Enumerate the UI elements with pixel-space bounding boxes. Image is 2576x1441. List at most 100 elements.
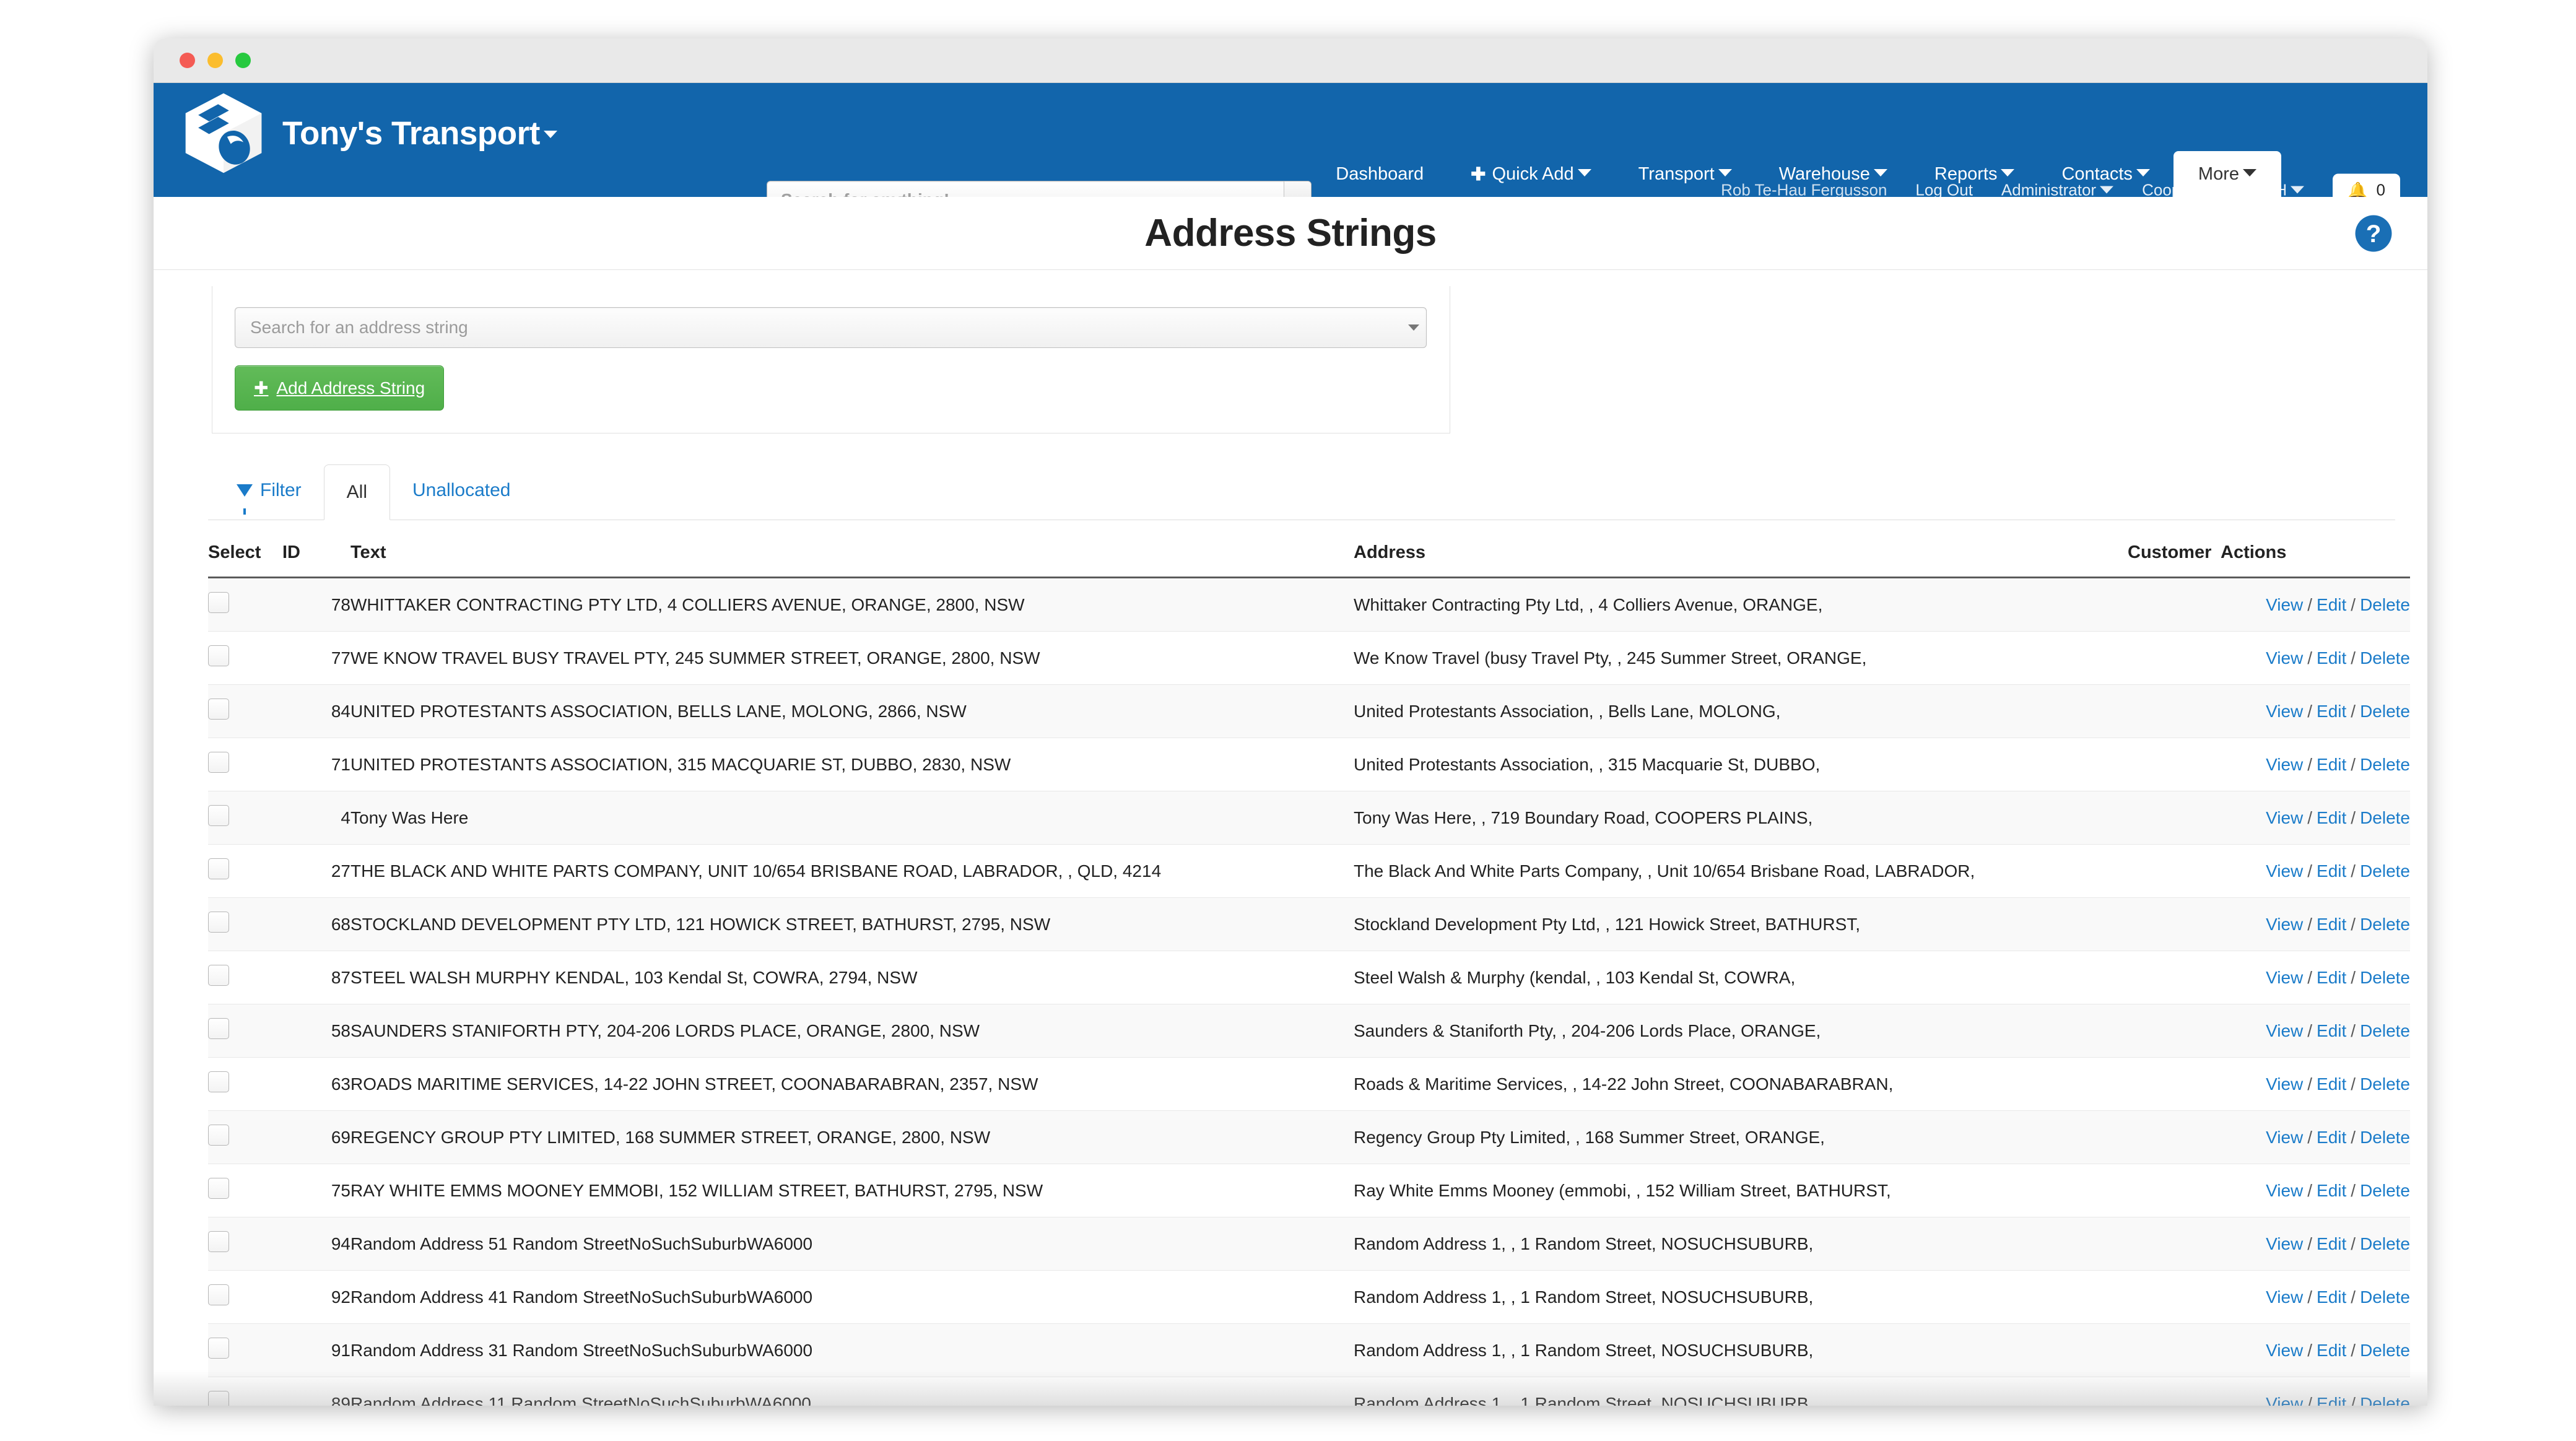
action-separator: / [2307, 967, 2313, 987]
view-link[interactable]: View [2266, 861, 2303, 881]
delete-link[interactable]: Delete [2360, 1287, 2410, 1307]
row-address: Roads & Maritime Services, , 14-22 John … [1354, 1057, 2128, 1111]
edit-link[interactable]: Edit [2317, 648, 2346, 668]
delete-link[interactable]: Delete [2360, 595, 2410, 614]
row-actions: View / Edit / Delete [2221, 1217, 2410, 1271]
delete-link[interactable]: Delete [2360, 1394, 2410, 1406]
delete-link[interactable]: Delete [2360, 755, 2410, 774]
row-id: 91 [282, 1323, 350, 1377]
row-checkbox[interactable] [208, 1231, 229, 1252]
address-search-input[interactable]: Search for an address string [235, 307, 1427, 348]
nav-item-dashboard[interactable]: Dashboard [1312, 151, 1447, 197]
edit-link[interactable]: Edit [2317, 1074, 2346, 1094]
edit-link[interactable]: Edit [2317, 1234, 2346, 1253]
delete-link[interactable]: Delete [2360, 915, 2410, 934]
edit-link[interactable]: Edit [2317, 1394, 2346, 1406]
close-window-icon[interactable] [180, 53, 195, 68]
edit-link[interactable]: Edit [2317, 1341, 2346, 1360]
view-link[interactable]: View [2266, 915, 2303, 934]
edit-link[interactable]: Edit [2317, 808, 2346, 827]
nav-item-reports[interactable]: Reports [1911, 151, 2039, 197]
view-link[interactable]: View [2266, 1021, 2303, 1040]
delete-link[interactable]: Delete [2360, 1074, 2410, 1094]
edit-link[interactable]: Edit [2317, 1021, 2346, 1040]
add-address-string-button[interactable]: ✚ Add Address String [235, 365, 445, 411]
row-customer [2128, 577, 2221, 632]
delete-link[interactable]: Delete [2360, 1234, 2410, 1253]
nav-item-more[interactable]: More [2173, 151, 2281, 197]
row-checkbox[interactable] [208, 1391, 229, 1406]
row-checkbox[interactable] [208, 912, 229, 933]
edit-link[interactable]: Edit [2317, 968, 2346, 987]
row-checkbox[interactable] [208, 858, 229, 879]
row-checkbox[interactable] [208, 805, 229, 826]
tab-unallocated[interactable]: Unallocated [390, 461, 533, 520]
view-link[interactable]: View [2266, 702, 2303, 721]
minimize-window-icon[interactable] [207, 53, 223, 68]
row-checkbox[interactable] [208, 1125, 229, 1146]
view-link[interactable]: View [2266, 1341, 2303, 1360]
view-link[interactable]: View [2266, 1128, 2303, 1147]
row-id: 94 [282, 1217, 350, 1271]
view-link[interactable]: View [2266, 648, 2303, 668]
filter-toggle[interactable]: Filter [214, 461, 324, 520]
edit-link[interactable]: Edit [2317, 1287, 2346, 1307]
row-checkbox[interactable] [208, 1284, 229, 1305]
row-checkbox[interactable] [208, 1071, 229, 1092]
page-title: Address Strings [1144, 212, 1437, 255]
tab-all[interactable]: All [323, 464, 391, 520]
delete-link[interactable]: Delete [2360, 968, 2410, 987]
row-checkbox[interactable] [208, 699, 229, 720]
row-address: The Black And White Parts Company, , Uni… [1354, 844, 2128, 898]
row-customer [2128, 738, 2221, 791]
view-link[interactable]: View [2266, 968, 2303, 987]
view-link[interactable]: View [2266, 1234, 2303, 1253]
question-mark-help-icon[interactable]: ? [2354, 214, 2393, 253]
view-link[interactable]: View [2266, 1394, 2303, 1406]
view-link[interactable]: View [2266, 1287, 2303, 1307]
view-link[interactable]: View [2266, 808, 2303, 827]
row-id: 89 [282, 1377, 350, 1406]
row-checkbox[interactable] [208, 1338, 229, 1359]
chevron-down-icon [2243, 169, 2256, 176]
row-select-cell [208, 897, 282, 951]
delete-link[interactable]: Delete [2360, 1181, 2410, 1200]
edit-link[interactable]: Edit [2317, 755, 2346, 774]
edit-link[interactable]: Edit [2317, 1181, 2346, 1200]
nav-item-transport[interactable]: Transport [1615, 151, 1756, 197]
edit-link[interactable]: Edit [2317, 915, 2346, 934]
nav-item-contacts[interactable]: Contacts [2038, 151, 2173, 197]
view-link[interactable]: View [2266, 755, 2303, 774]
delete-link[interactable]: Delete [2360, 808, 2410, 827]
row-checkbox[interactable] [208, 965, 229, 986]
action-separator: / [2307, 1021, 2313, 1040]
action-separator: / [2351, 648, 2356, 668]
row-checkbox[interactable] [208, 752, 229, 773]
edit-link[interactable]: Edit [2317, 702, 2346, 721]
edit-link[interactable]: Edit [2317, 1128, 2346, 1147]
view-link[interactable]: View [2266, 1074, 2303, 1094]
row-checkbox[interactable] [208, 645, 229, 666]
delete-link[interactable]: Delete [2360, 1128, 2410, 1147]
delete-link[interactable]: Delete [2360, 648, 2410, 668]
edit-link[interactable]: Edit [2317, 595, 2346, 614]
row-checkbox[interactable] [208, 1178, 229, 1199]
action-separator: / [2351, 1287, 2356, 1307]
delete-link[interactable]: Delete [2360, 861, 2410, 881]
nav-item-warehouse[interactable]: Warehouse [1756, 151, 1911, 197]
row-text: THE BLACK AND WHITE PARTS COMPANY, UNIT … [350, 844, 1354, 898]
row-checkbox[interactable] [208, 592, 229, 613]
delete-link[interactable]: Delete [2360, 1341, 2410, 1360]
view-link[interactable]: View [2266, 1181, 2303, 1200]
row-checkbox[interactable] [208, 1018, 229, 1039]
address-search-dropdown-icon[interactable] [1401, 308, 1426, 347]
brand-name[interactable]: Tony's Transport [282, 115, 557, 152]
nav-item-quick-add[interactable]: ✚ Quick Add [1447, 151, 1615, 197]
row-customer [2128, 844, 2221, 898]
chevron-down-icon [2136, 169, 2150, 176]
view-link[interactable]: View [2266, 595, 2303, 614]
delete-link[interactable]: Delete [2360, 1021, 2410, 1040]
zoom-window-icon[interactable] [235, 53, 251, 68]
edit-link[interactable]: Edit [2317, 861, 2346, 881]
delete-link[interactable]: Delete [2360, 702, 2410, 721]
